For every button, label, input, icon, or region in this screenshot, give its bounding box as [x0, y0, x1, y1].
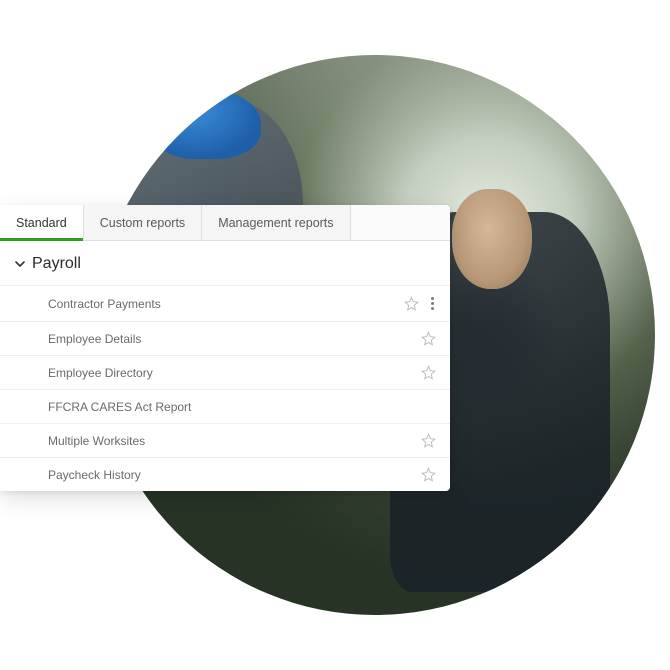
star-icon[interactable] [421, 467, 436, 482]
person-manager-face [452, 189, 532, 289]
report-link-paycheck-history[interactable]: Paycheck History [48, 468, 421, 482]
star-icon[interactable] [421, 331, 436, 346]
report-link-employee-details[interactable]: Employee Details [48, 332, 421, 346]
list-item: Employee Directory [0, 355, 450, 389]
chevron-down-icon [14, 258, 26, 270]
list-item: Multiple Worksites [0, 423, 450, 457]
list-item: Employee Details [0, 321, 450, 355]
report-list: Contractor Payments Employee Details Emp… [0, 285, 450, 491]
reports-panel: Standard Custom reports Management repor… [0, 205, 450, 491]
safety-helmet [151, 89, 261, 159]
section-title: Payroll [32, 255, 81, 273]
tab-custom-reports[interactable]: Custom reports [84, 205, 202, 240]
star-icon[interactable] [421, 433, 436, 448]
report-link-employee-directory[interactable]: Employee Directory [48, 366, 421, 380]
report-link-ffcra-cares[interactable]: FFCRA CARES Act Report [48, 400, 436, 414]
list-item: FFCRA CARES Act Report [0, 389, 450, 423]
tab-management-reports[interactable]: Management reports [202, 205, 350, 240]
list-item: Contractor Payments [0, 285, 450, 321]
list-item: Paycheck History [0, 457, 450, 491]
report-link-multiple-worksites[interactable]: Multiple Worksites [48, 434, 421, 448]
section-header[interactable]: Payroll [0, 241, 450, 285]
star-icon[interactable] [421, 365, 436, 380]
tabs-row: Standard Custom reports Management repor… [0, 205, 450, 241]
kebab-menu-icon[interactable] [429, 295, 436, 312]
report-link-contractor-payments[interactable]: Contractor Payments [48, 297, 404, 311]
star-icon[interactable] [404, 296, 419, 311]
tab-standard[interactable]: Standard [0, 205, 84, 240]
